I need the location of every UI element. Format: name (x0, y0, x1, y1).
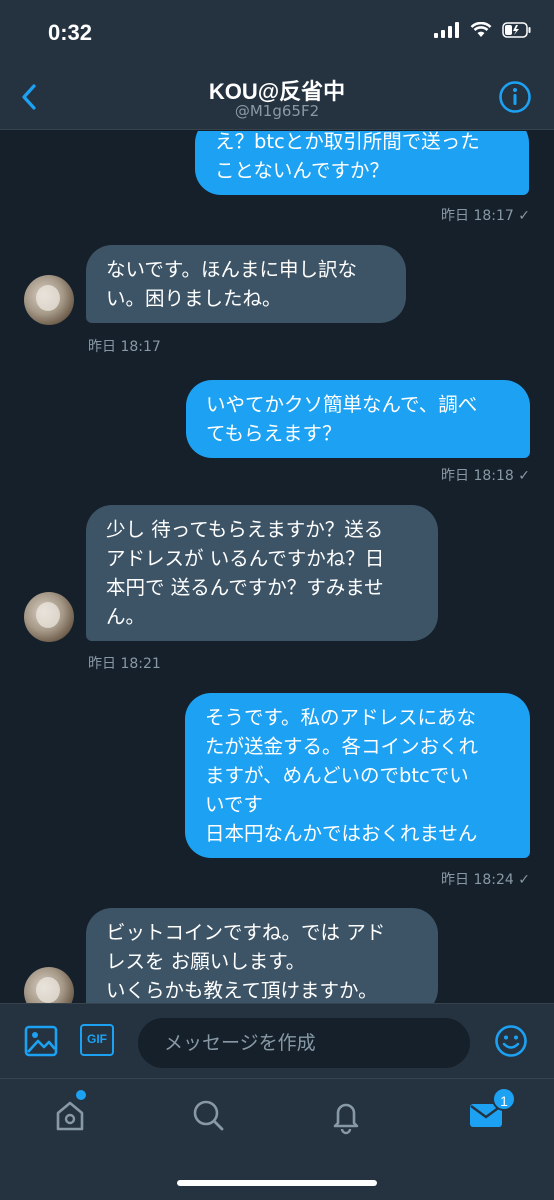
message-list[interactable]: え？btcとか取引所間で送った ことないんですか？ 昨日 18:17 ✓ ないで… (0, 131, 554, 1003)
status-time: 0:32 (48, 20, 93, 45)
avatar[interactable] (24, 967, 74, 1003)
message-timestamp: 昨日 18:18 ✓ (441, 468, 530, 484)
message-timestamp: 昨日 18:17 (88, 339, 161, 355)
image-icon[interactable] (24, 1024, 58, 1058)
gif-label: GIF (87, 1032, 107, 1046)
message-timestamp: 昨日 18:21 (88, 656, 161, 672)
message-bubble-incoming[interactable]: ないです。ほんまに申し訳な い。困りましたね。 (86, 245, 406, 323)
conversation-handle: @M1g65F2 (234, 102, 320, 120)
composer-bar: GIF (0, 1003, 554, 1078)
search-icon[interactable] (188, 1095, 228, 1135)
info-icon[interactable] (498, 80, 532, 114)
conversation-header: KOU@反省中 @M1g65F2 (0, 68, 554, 130)
gif-icon[interactable]: GIF (80, 1024, 114, 1056)
status-icons (434, 22, 532, 38)
battery-icon (502, 22, 531, 38)
home-notification-dot (76, 1090, 86, 1100)
message-bubble-outgoing[interactable]: いやてかクソ簡単なんで、調べ てもらえます？ (186, 380, 530, 458)
messages-badge: 1 (492, 1087, 516, 1111)
message-bubble-incoming[interactable]: ビットコインですね。では アド レスを お願いします。 いくらかも教えて頂けます… (86, 908, 438, 1003)
avatar[interactable] (24, 592, 74, 642)
message-timestamp: 昨日 18:17 ✓ (441, 208, 530, 224)
wifi-icon (470, 22, 492, 37)
bell-icon[interactable] (326, 1095, 366, 1135)
signal-icon (434, 22, 459, 38)
message-bubble-outgoing[interactable]: そうです。私のアドレスにあな たが送金する。各コインおくれ ますが、めんどいので… (185, 693, 530, 858)
avatar[interactable] (24, 275, 74, 325)
message-input[interactable] (138, 1018, 470, 1068)
home-indicator (177, 1180, 377, 1186)
home-icon[interactable] (50, 1095, 90, 1135)
message-bubble-outgoing[interactable]: え？btcとか取引所間で送った ことないんですか？ (195, 131, 529, 195)
message-bubble-incoming[interactable]: 少し 待ってもらえますか？送る アドレスが いるんですかね？日 本円で 送るんで… (86, 505, 438, 641)
emoji-icon[interactable] (494, 1024, 528, 1058)
status-bar: 0:32 (0, 0, 554, 68)
message-timestamp: 昨日 18:24 ✓ (441, 872, 530, 888)
